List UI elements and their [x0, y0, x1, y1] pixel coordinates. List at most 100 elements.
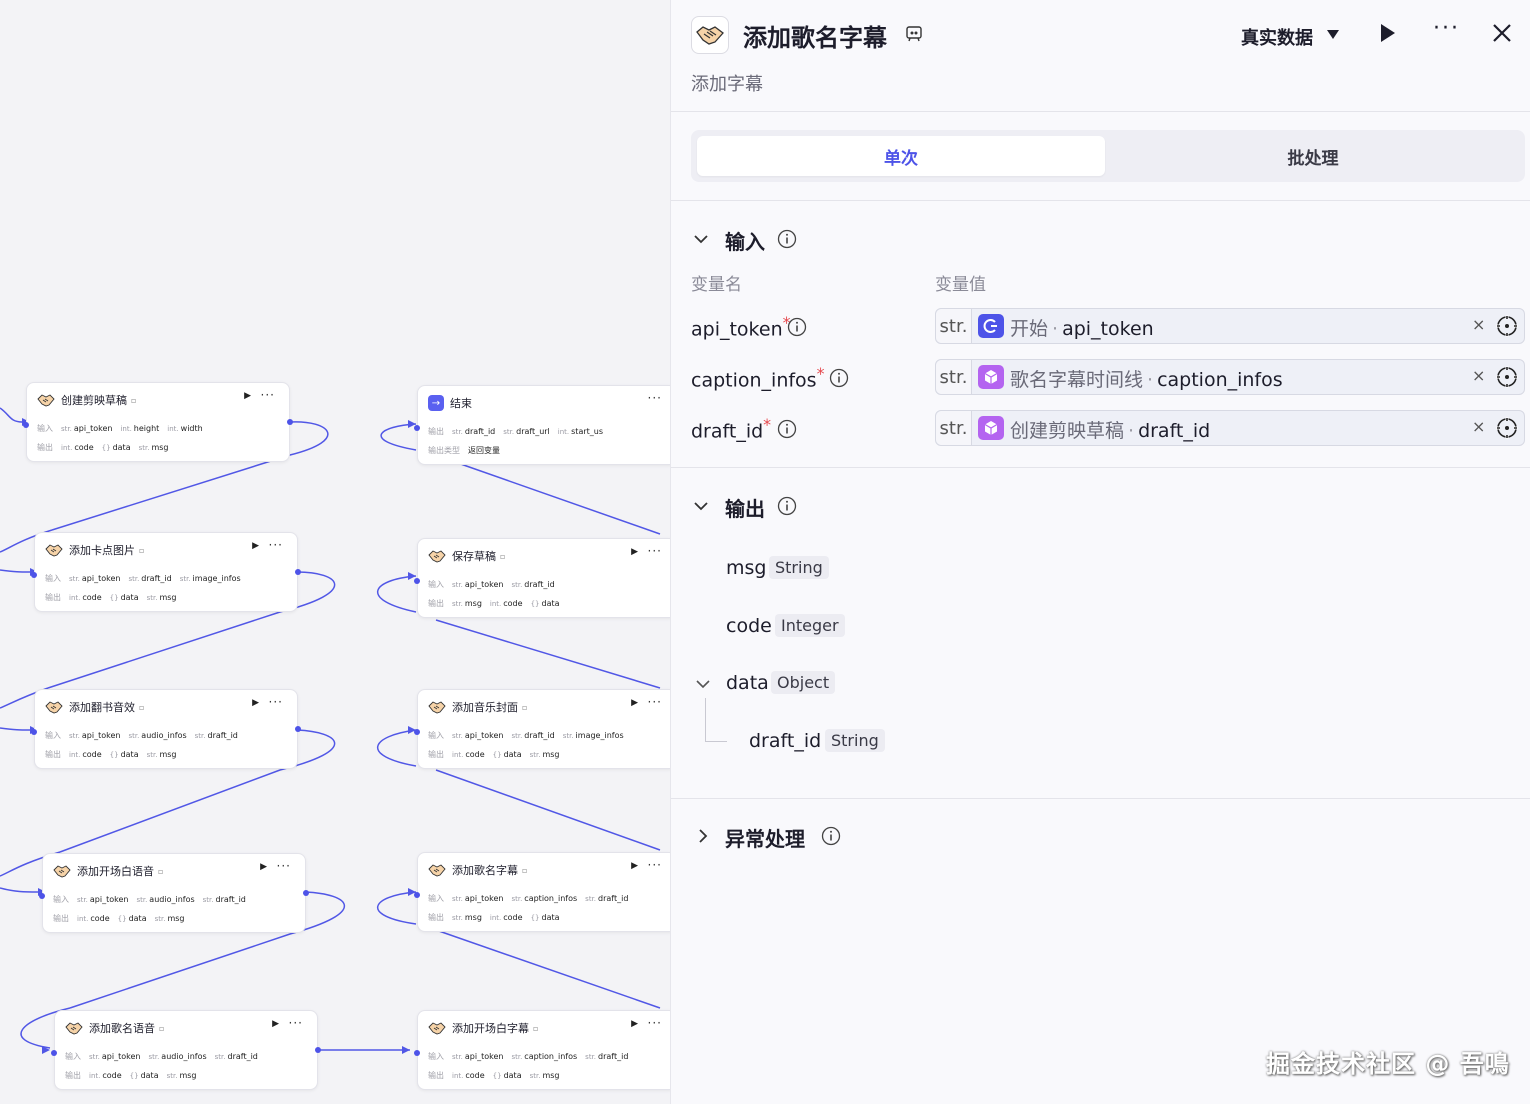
info-icon[interactable]: [787, 317, 807, 337]
workflow-node[interactable]: 添加卡点图片 ▫ ▶ ··· 输入 str. api_token str. draft_id st…: [34, 532, 298, 612]
node-more-button[interactable]: ···: [648, 1016, 662, 1030]
workflow-node[interactable]: 添加歌名字幕 ▫ ▶ ··· 输入 str. api_token str. caption_in…: [417, 852, 670, 932]
chevron-right-icon[interactable]: [695, 828, 711, 844]
input-port[interactable]: [414, 892, 420, 898]
target-icon[interactable]: [1496, 315, 1518, 337]
input-port[interactable]: [414, 425, 420, 431]
clear-button[interactable]: ×: [1472, 417, 1485, 436]
output-port[interactable]: [287, 419, 293, 425]
param-chip: str. draft_id: [452, 427, 495, 436]
workflow-node[interactable]: 添加开场白语音 ▫ ▶ ··· 输入 str. api_token str. audio_inf…: [42, 853, 306, 933]
param-type: str.: [138, 443, 150, 452]
node-detail-panel: 添加歌名字幕 真实数据 ··· 添加字幕 单次 批处理 输入 变量名 变量值 a…: [670, 0, 1530, 1104]
input-port[interactable]: [31, 572, 37, 578]
param-name: code: [465, 749, 485, 759]
handshake-icon: [65, 1020, 83, 1036]
output-port[interactable]: [303, 890, 309, 896]
input-port[interactable]: [414, 729, 420, 735]
node-more-button[interactable]: ···: [648, 858, 662, 872]
node-io-row: 输出 str. msg int. code {} data: [428, 596, 670, 610]
param-type: str.: [128, 574, 140, 583]
workflow-node[interactable]: 添加歌名语音 ▫ ▶ ··· 输入 str. api_token str. audio_info…: [54, 1010, 318, 1090]
param-name: code: [82, 592, 102, 602]
cube-icon: [978, 365, 1004, 389]
run-node-button[interactable]: ▶: [631, 698, 638, 708]
info-icon[interactable]: [829, 368, 849, 388]
watermark: 掘金技术社区 @ 吾鳴: [1266, 1050, 1510, 1078]
output-type-badge: Integer: [775, 614, 845, 637]
node-more-button[interactable]: ···: [648, 695, 662, 709]
node-more-button[interactable]: ···: [648, 391, 662, 405]
target-icon[interactable]: [1496, 366, 1518, 388]
run-node-button[interactable]: ▶: [631, 861, 638, 871]
close-icon[interactable]: [1491, 22, 1513, 44]
workflow-canvas[interactable]: 创建剪映草稿 ▫ ▶ ··· 输入 str. api_token int. height int.…: [0, 0, 670, 1104]
info-icon[interactable]: [777, 419, 797, 439]
param-type: str.: [503, 427, 515, 436]
input-port[interactable]: [23, 422, 29, 428]
clear-button[interactable]: ×: [1472, 366, 1485, 385]
param-chip: {} data: [493, 750, 522, 759]
chevron-down-icon[interactable]: [693, 498, 709, 514]
run-node-button[interactable]: ▶: [631, 1019, 638, 1029]
run-node-button[interactable]: ▶: [252, 698, 259, 708]
node-more-button[interactable]: ···: [648, 544, 662, 558]
run-node-button[interactable]: ▶: [631, 547, 638, 557]
node-more-button[interactable]: ···: [269, 695, 283, 709]
workflow-node[interactable]: 添加开场白字幕 ▫ ▶ ··· 输入 str. api_token str. caption_i…: [417, 1010, 670, 1090]
param-name: data: [128, 913, 147, 923]
node-more-button[interactable]: ···: [261, 388, 275, 402]
param-type: str.: [69, 574, 80, 583]
node-more-button[interactable]: ···: [289, 1016, 303, 1030]
chevron-down-icon[interactable]: [693, 231, 709, 247]
param-name: msg: [464, 598, 482, 608]
param-chip: int. code: [490, 599, 523, 608]
workflow-node[interactable]: 添加翻书音效 ▫ ▶ ··· 输入 str. api_token str. audio_info…: [34, 689, 298, 769]
output-section-title[interactable]: 输出: [725, 493, 765, 522]
run-node-button[interactable]: ▶: [260, 862, 267, 872]
info-icon[interactable]: [777, 496, 797, 516]
tab-batch[interactable]: 批处理: [1109, 136, 1517, 176]
more-button[interactable]: ···: [1433, 16, 1460, 41]
clear-button[interactable]: ×: [1472, 315, 1485, 334]
error-section-title[interactable]: 异常处理: [725, 823, 805, 852]
info-icon[interactable]: [777, 229, 797, 249]
node-title: 添加歌名字幕: [452, 864, 518, 877]
handshake-icon: [37, 392, 55, 408]
param-chip: str. image_infos: [180, 574, 241, 583]
variable-value-field[interactable]: str. 创建剪映草稿 · draft_id ×: [935, 410, 1525, 446]
divider: [671, 467, 1530, 468]
workflow-node[interactable]: 添加音乐封面 ▫ ▶ ··· 输入 str. api_token str. draft_id st…: [417, 689, 670, 769]
input-port[interactable]: [31, 729, 37, 735]
workflow-node[interactable]: 创建剪映草稿 ▫ ▶ ··· 输入 str. api_token int. height int.…: [26, 382, 290, 462]
variable-value-field[interactable]: str. 歌名字幕时间线 · caption_infos ×: [935, 359, 1525, 395]
output-port[interactable]: [295, 569, 301, 575]
chevron-down-icon[interactable]: [695, 676, 711, 692]
input-port[interactable]: [414, 578, 420, 584]
run-node-button[interactable]: ▶: [252, 541, 259, 551]
run-node-button[interactable]: ▶: [272, 1019, 279, 1029]
run-button[interactable]: [1379, 22, 1397, 44]
variable-value-field[interactable]: str. 开始 · api_token ×: [935, 308, 1525, 344]
node-more-button[interactable]: ···: [269, 538, 283, 552]
input-port[interactable]: [51, 1050, 57, 1056]
input-port[interactable]: [39, 893, 45, 899]
target-icon[interactable]: [1496, 417, 1518, 439]
node-more-button[interactable]: ···: [277, 859, 291, 873]
workflow-node[interactable]: 保存草稿 ▫ ▶ ··· 输入 str. api_token str. draft_id 输出 st…: [417, 538, 670, 618]
info-icon[interactable]: [821, 826, 841, 846]
workflow-node[interactable]: → 结束 ··· 输出 str. draft_id str. draft_url int. sta…: [417, 385, 670, 465]
output-port[interactable]: [315, 1047, 321, 1053]
param-type: int.: [89, 1071, 101, 1080]
param-chip: str. api_token: [89, 1052, 140, 1061]
input-section-title[interactable]: 输入: [725, 226, 765, 255]
caret-down-icon[interactable]: [1327, 30, 1339, 39]
data-mode-select[interactable]: 真实数据: [1241, 24, 1313, 50]
tab-single[interactable]: 单次: [697, 136, 1105, 176]
output-port[interactable]: [295, 726, 301, 732]
param-name: code: [503, 912, 523, 922]
input-port[interactable]: [414, 1050, 420, 1056]
run-node-button[interactable]: ▶: [244, 391, 251, 401]
node-header: 添加开场白语音 ▫ ▶ ···: [53, 859, 295, 880]
param-name: data: [140, 1070, 159, 1080]
